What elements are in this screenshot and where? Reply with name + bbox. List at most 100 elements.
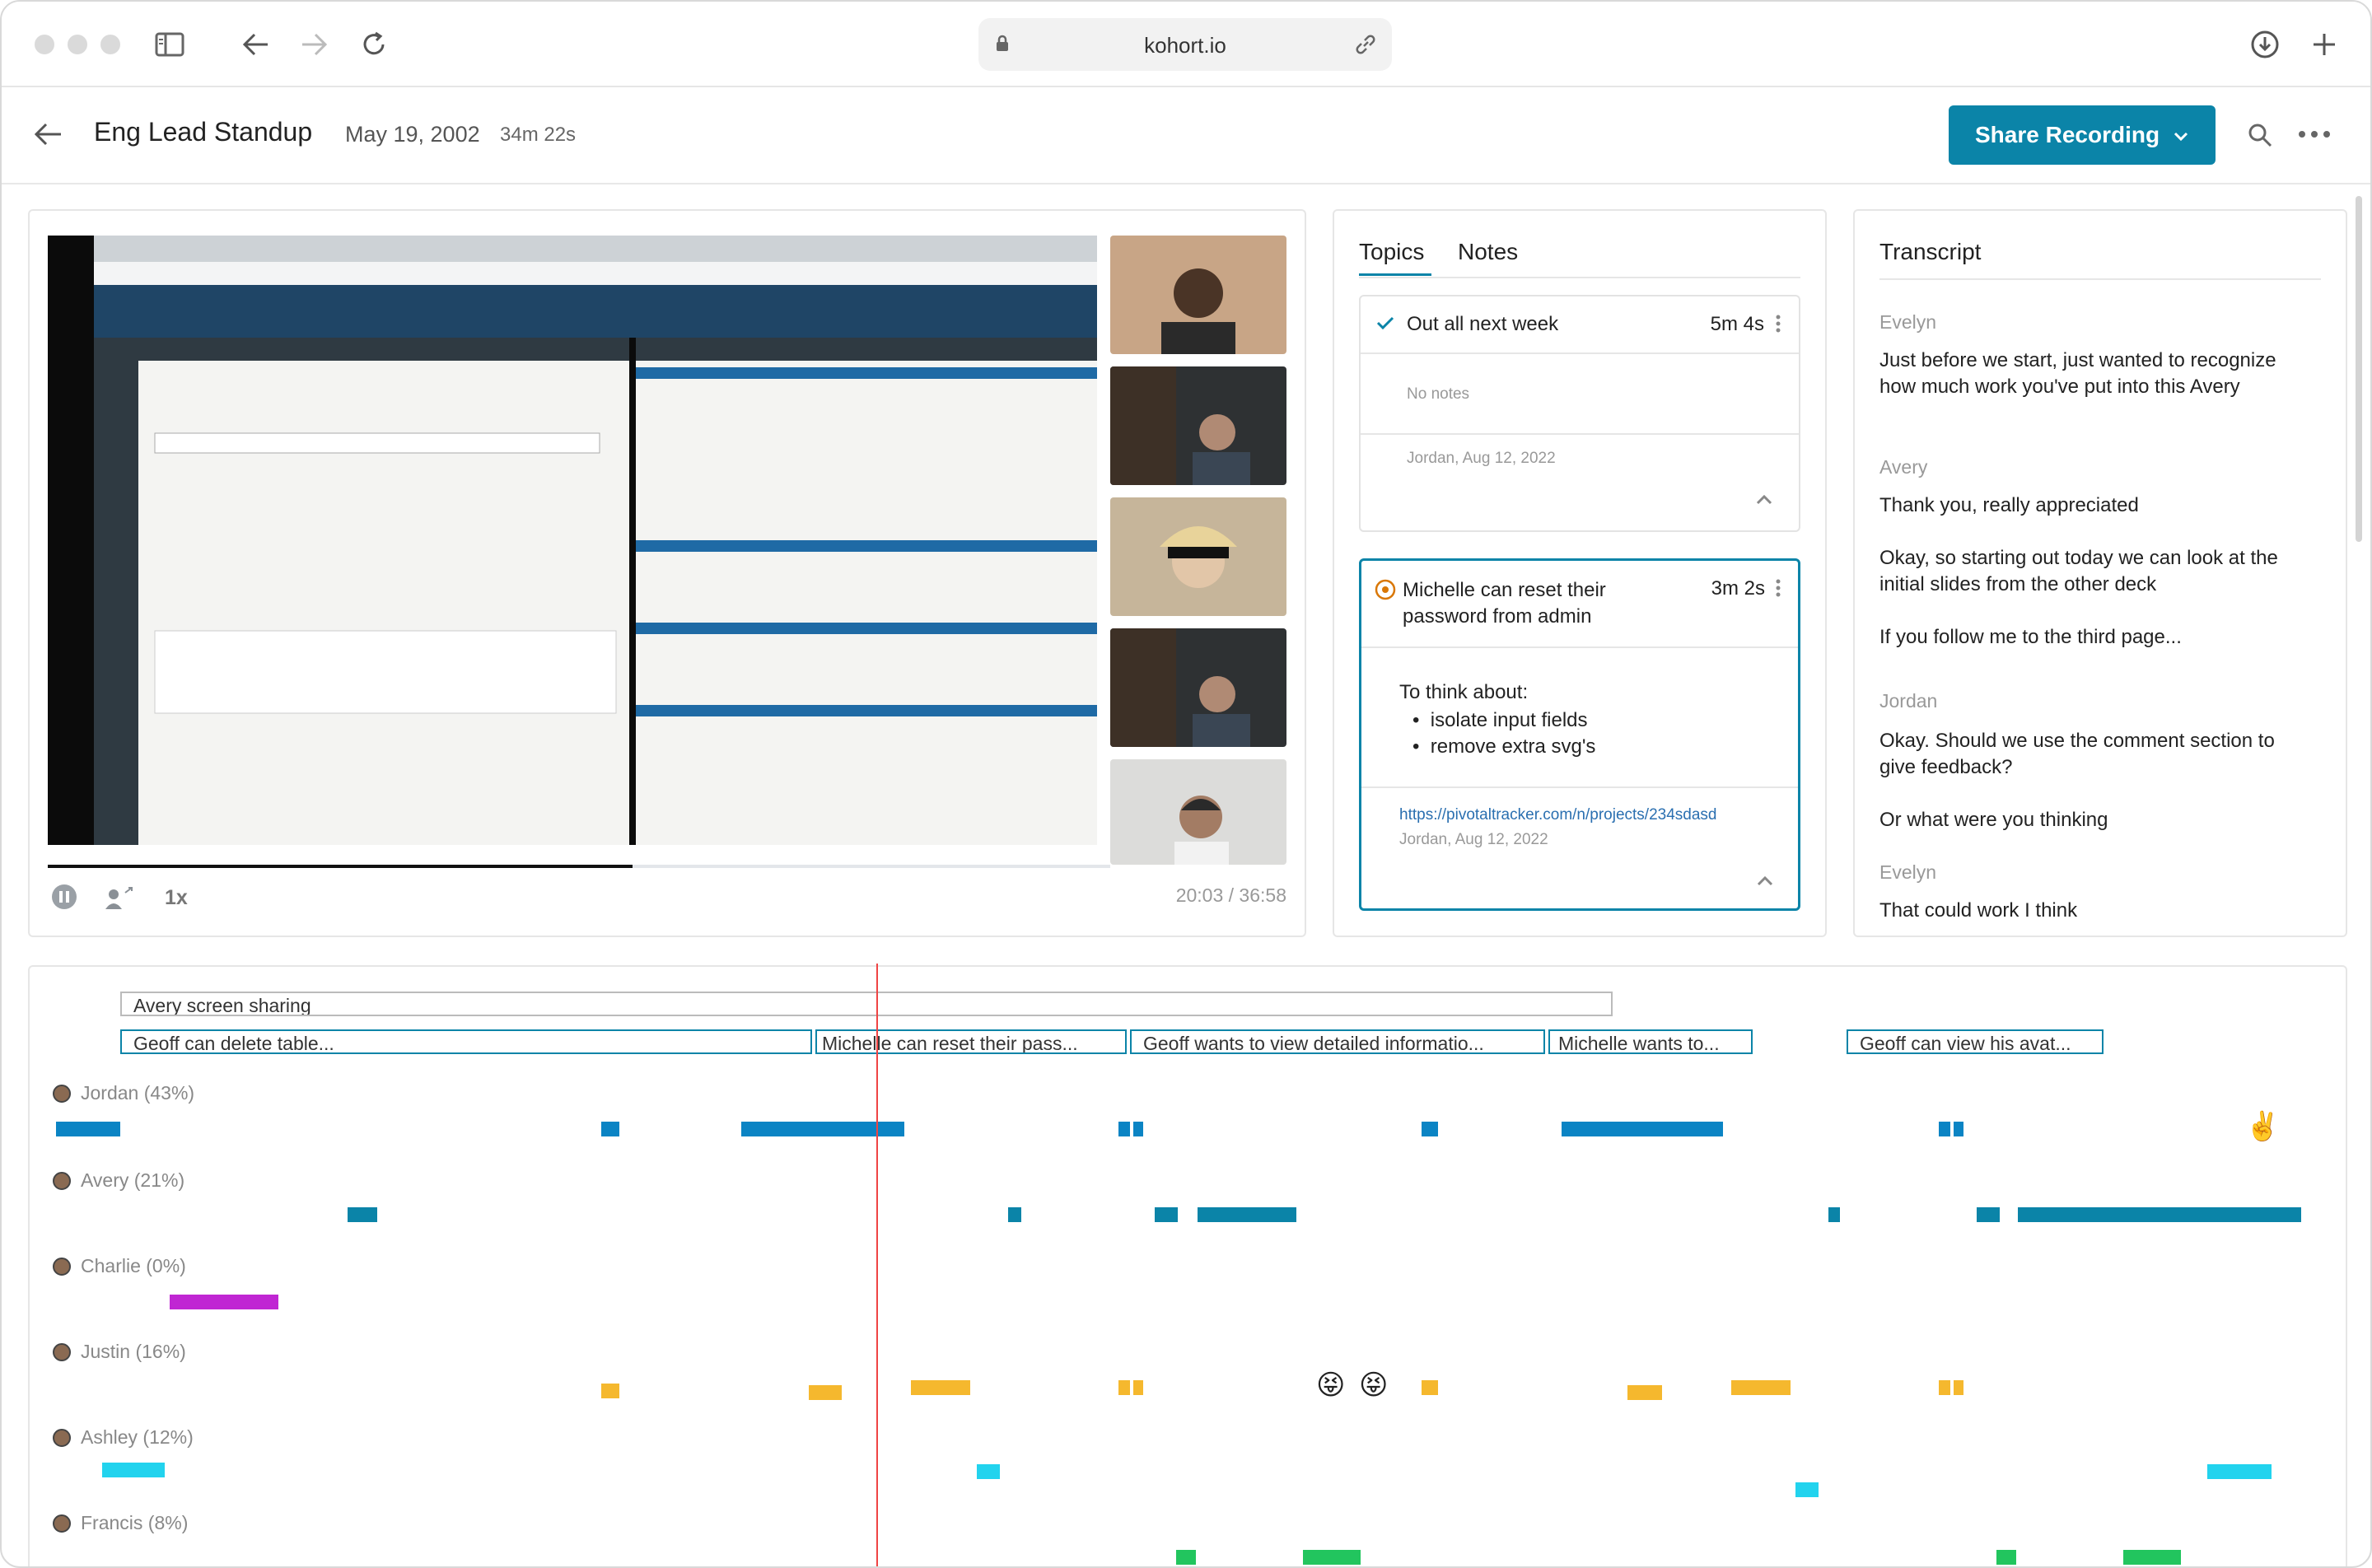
chevron-up-icon[interactable]	[1757, 875, 1773, 890]
topic-segment[interactable]: Michelle wants to...	[1548, 1029, 1753, 1054]
speaking-block[interactable]	[102, 1463, 165, 1477]
transcript-speaker: Evelyn	[1879, 861, 1937, 883]
speaking-block[interactable]	[1118, 1122, 1130, 1136]
participant-video-4[interactable]	[1110, 628, 1286, 747]
speaking-block[interactable]	[1133, 1380, 1143, 1395]
tab-notes[interactable]: Notes	[1458, 239, 1518, 265]
search-icon[interactable]	[2247, 122, 2273, 152]
speaking-block[interactable]	[1828, 1207, 1840, 1222]
speaking-block[interactable]	[1118, 1380, 1130, 1395]
participant-label[interactable]: Jordan (43%)	[53, 1082, 194, 1104]
speaking-block[interactable]	[1731, 1380, 1791, 1395]
speaking-block[interactable]	[741, 1122, 904, 1136]
transcript-speaker: Avery	[1879, 456, 1928, 478]
close-window-button[interactable]	[35, 35, 54, 54]
transcript-line[interactable]: Or what were you thinking	[1879, 807, 2316, 833]
participant-video-2[interactable]	[1110, 366, 1286, 485]
transcript-line[interactable]: That could work I think	[1879, 898, 2316, 924]
kebab-menu-icon[interactable]	[1776, 315, 1781, 337]
speaking-block[interactable]	[1977, 1207, 2000, 1222]
avatar	[53, 1342, 71, 1361]
speaking-block[interactable]	[1562, 1122, 1723, 1136]
address-bar[interactable]: kohort.io	[978, 18, 1392, 71]
speaking-block[interactable]	[1008, 1207, 1021, 1222]
share-recording-button[interactable]: Share Recording	[1949, 105, 2216, 165]
back-icon[interactable]	[237, 26, 273, 63]
transcript-line[interactable]: Okay, so starting out today we can look …	[1879, 545, 2316, 598]
recording-duration: 34m 22s	[500, 124, 577, 146]
speaking-block[interactable]	[1939, 1122, 1950, 1136]
playhead[interactable]	[876, 964, 878, 1566]
topic-segment[interactable]: Geoff can delete table...	[120, 1029, 812, 1054]
speaking-block[interactable]	[1996, 1550, 2016, 1565]
transcript-line[interactable]: If you follow me to the third page...	[1879, 624, 2316, 651]
tab-topics[interactable]: Topics	[1359, 239, 1424, 265]
avatar	[53, 1084, 71, 1103]
speaking-block[interactable]	[1939, 1380, 1950, 1395]
topic-author: Jordan, Aug 12, 2022	[1399, 831, 1548, 848]
tracker-link[interactable]: https://pivotaltracker.com/n/projects/23…	[1399, 806, 1716, 824]
speaking-block[interactable]	[348, 1207, 377, 1222]
topic-note: No notes	[1407, 385, 1470, 403]
playback-speed[interactable]: 1x	[165, 886, 188, 910]
follow-speaker-icon[interactable]	[104, 884, 137, 915]
speaking-block[interactable]	[1303, 1550, 1361, 1565]
zoom-window-button[interactable]	[100, 35, 120, 54]
participant-label[interactable]: Ashley (12%)	[53, 1426, 194, 1449]
participant-video-3[interactable]	[1110, 497, 1286, 616]
screen-share-video[interactable]	[48, 236, 1097, 922]
participant-label[interactable]: Justin (16%)	[53, 1341, 186, 1363]
speaking-block[interactable]	[1422, 1380, 1438, 1395]
sidebar-toggle-icon[interactable]	[152, 26, 188, 63]
participant-label[interactable]: Francis (8%)	[53, 1512, 188, 1534]
topic-card-selected[interactable]: Michelle can reset their password from a…	[1359, 558, 1800, 911]
topic-segment[interactable]: Michelle can reset their pass...	[815, 1029, 1127, 1054]
speaking-block[interactable]	[1155, 1207, 1178, 1222]
speaking-block[interactable]	[1133, 1122, 1143, 1136]
speaking-block[interactable]	[601, 1384, 619, 1398]
speaking-block[interactable]	[1627, 1385, 1662, 1400]
pause-icon[interactable]	[51, 884, 77, 914]
speaking-block[interactable]	[1954, 1380, 1963, 1395]
transcript-scrollbar[interactable]	[2356, 196, 2362, 542]
kebab-menu-icon[interactable]	[1776, 579, 1781, 601]
emoji-reaction: 😝	[1359, 1370, 1389, 1401]
minimize-window-button[interactable]	[68, 35, 87, 54]
speaking-block[interactable]	[977, 1464, 1000, 1479]
participant-video-5[interactable]	[1110, 759, 1286, 865]
more-options-icon[interactable]	[2298, 128, 2331, 143]
speaking-block[interactable]	[1422, 1122, 1438, 1136]
transcript-line[interactable]: Thank you, really appreciated	[1879, 492, 2316, 519]
speaking-block[interactable]	[2207, 1464, 2272, 1479]
speaking-block[interactable]	[2018, 1207, 2301, 1222]
speaking-block[interactable]	[911, 1380, 970, 1395]
link-icon[interactable]	[1354, 33, 1377, 60]
screen-share-segment[interactable]: Avery screen sharing	[120, 992, 1613, 1016]
chevron-up-icon[interactable]	[1756, 494, 1772, 509]
speaking-block[interactable]	[170, 1295, 278, 1309]
active-tab-indicator	[1359, 273, 1431, 276]
forward-icon[interactable]	[296, 26, 333, 63]
speaking-block[interactable]	[1795, 1482, 1819, 1497]
reload-icon[interactable]	[356, 26, 392, 63]
topic-segment[interactable]: Geoff can view his avat...	[1847, 1029, 2104, 1054]
participant-video-1[interactable]	[1110, 236, 1286, 354]
speaking-block[interactable]	[1198, 1207, 1296, 1222]
speaking-block[interactable]	[2123, 1550, 2181, 1565]
transcript-line[interactable]: Just before we start, just wanted to rec…	[1879, 348, 2316, 400]
new-tab-icon[interactable]	[2306, 26, 2342, 63]
speaking-block[interactable]	[601, 1122, 619, 1136]
speaking-block[interactable]	[809, 1385, 842, 1400]
transcript-title: Transcript	[1879, 239, 1982, 264]
speaking-block[interactable]	[56, 1122, 120, 1136]
speaking-block[interactable]	[1176, 1550, 1196, 1565]
back-arrow-icon[interactable]	[33, 122, 63, 151]
speaking-block[interactable]	[1954, 1122, 1963, 1136]
participant-name: Justin (16%)	[81, 1341, 186, 1362]
topic-segment[interactable]: Geoff wants to view detailed informatio.…	[1130, 1029, 1545, 1054]
topic-card[interactable]: Out all next week 5m 4s No notes Jordan,…	[1359, 295, 1800, 532]
download-icon[interactable]	[2247, 26, 2283, 63]
participant-label[interactable]: Avery (21%)	[53, 1169, 184, 1192]
transcript-line[interactable]: Okay. Should we use the comment section …	[1879, 728, 2316, 781]
participant-label[interactable]: Charlie (0%)	[53, 1255, 186, 1277]
